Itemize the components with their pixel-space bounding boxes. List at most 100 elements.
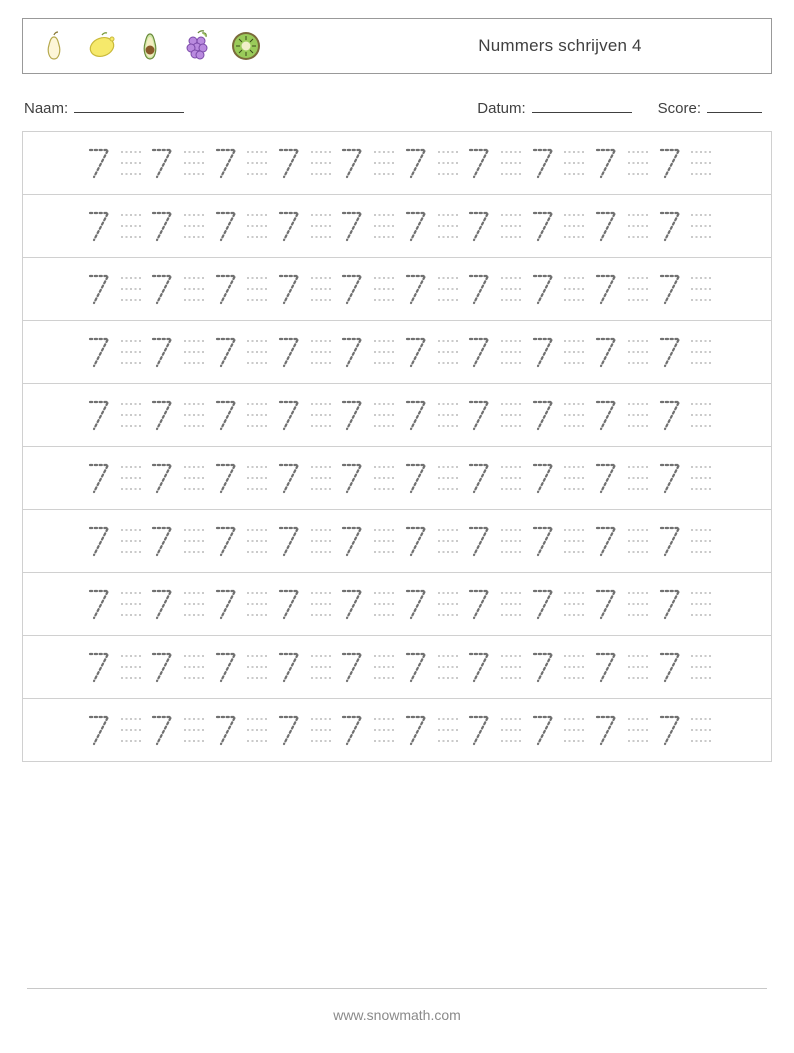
trace-digit-7[interactable] [146, 268, 178, 310]
trace-digit-7[interactable] [146, 646, 178, 688]
writing-guide[interactable] [368, 331, 400, 373]
writing-guide[interactable] [622, 457, 654, 499]
writing-guide[interactable] [685, 205, 717, 247]
writing-guide[interactable] [368, 394, 400, 436]
trace-digit-7[interactable] [146, 394, 178, 436]
trace-digit-7[interactable] [273, 331, 305, 373]
writing-guide[interactable] [368, 709, 400, 751]
trace-digit-7[interactable] [654, 142, 686, 184]
writing-guide[interactable] [495, 646, 527, 688]
trace-digit-7[interactable] [337, 205, 369, 247]
writing-guide[interactable] [368, 646, 400, 688]
trace-digit-7[interactable] [654, 331, 686, 373]
trace-digit-7[interactable] [83, 520, 115, 562]
trace-digit-7[interactable] [273, 205, 305, 247]
trace-digit-7[interactable] [273, 457, 305, 499]
trace-digit-7[interactable] [273, 520, 305, 562]
writing-guide[interactable] [495, 331, 527, 373]
trace-digit-7[interactable] [400, 709, 432, 751]
writing-guide[interactable] [242, 709, 274, 751]
writing-guide[interactable] [305, 709, 337, 751]
trace-digit-7[interactable] [400, 646, 432, 688]
writing-guide[interactable] [495, 205, 527, 247]
writing-guide[interactable] [242, 646, 274, 688]
writing-guide[interactable] [432, 268, 464, 310]
trace-digit-7[interactable] [273, 268, 305, 310]
date-blank[interactable] [532, 96, 632, 113]
writing-guide[interactable] [305, 205, 337, 247]
writing-guide[interactable] [178, 646, 210, 688]
writing-guide[interactable] [178, 205, 210, 247]
trace-digit-7[interactable] [337, 394, 369, 436]
name-blank[interactable] [74, 96, 184, 113]
trace-digit-7[interactable] [83, 583, 115, 625]
writing-guide[interactable] [115, 457, 147, 499]
writing-guide[interactable] [305, 331, 337, 373]
writing-guide[interactable] [368, 142, 400, 184]
writing-guide[interactable] [432, 646, 464, 688]
trace-digit-7[interactable] [463, 268, 495, 310]
writing-guide[interactable] [685, 142, 717, 184]
writing-guide[interactable] [115, 331, 147, 373]
writing-guide[interactable] [622, 709, 654, 751]
trace-digit-7[interactable] [83, 394, 115, 436]
trace-digit-7[interactable] [400, 457, 432, 499]
writing-guide[interactable] [432, 142, 464, 184]
writing-guide[interactable] [178, 520, 210, 562]
trace-digit-7[interactable] [337, 457, 369, 499]
writing-guide[interactable] [115, 520, 147, 562]
writing-guide[interactable] [432, 205, 464, 247]
trace-digit-7[interactable] [590, 205, 622, 247]
trace-digit-7[interactable] [590, 583, 622, 625]
writing-guide[interactable] [622, 646, 654, 688]
writing-guide[interactable] [432, 394, 464, 436]
trace-digit-7[interactable] [463, 520, 495, 562]
trace-digit-7[interactable] [146, 457, 178, 499]
trace-digit-7[interactable] [273, 142, 305, 184]
writing-guide[interactable] [685, 268, 717, 310]
score-blank[interactable] [707, 96, 762, 113]
trace-digit-7[interactable] [210, 142, 242, 184]
trace-digit-7[interactable] [210, 268, 242, 310]
writing-guide[interactable] [305, 394, 337, 436]
writing-guide[interactable] [495, 709, 527, 751]
writing-guide[interactable] [559, 709, 591, 751]
trace-digit-7[interactable] [146, 331, 178, 373]
trace-digit-7[interactable] [83, 142, 115, 184]
writing-guide[interactable] [495, 457, 527, 499]
writing-guide[interactable] [178, 331, 210, 373]
writing-guide[interactable] [685, 646, 717, 688]
writing-guide[interactable] [559, 520, 591, 562]
trace-digit-7[interactable] [273, 394, 305, 436]
trace-digit-7[interactable] [400, 331, 432, 373]
writing-guide[interactable] [178, 142, 210, 184]
writing-guide[interactable] [685, 709, 717, 751]
writing-guide[interactable] [305, 268, 337, 310]
trace-digit-7[interactable] [400, 268, 432, 310]
trace-digit-7[interactable] [527, 268, 559, 310]
writing-guide[interactable] [305, 583, 337, 625]
writing-guide[interactable] [432, 520, 464, 562]
writing-guide[interactable] [178, 709, 210, 751]
writing-guide[interactable] [115, 142, 147, 184]
trace-digit-7[interactable] [463, 142, 495, 184]
writing-guide[interactable] [242, 331, 274, 373]
writing-guide[interactable] [115, 394, 147, 436]
trace-digit-7[interactable] [146, 142, 178, 184]
writing-guide[interactable] [115, 205, 147, 247]
writing-guide[interactable] [115, 646, 147, 688]
trace-digit-7[interactable] [83, 646, 115, 688]
trace-digit-7[interactable] [146, 520, 178, 562]
writing-guide[interactable] [242, 520, 274, 562]
trace-digit-7[interactable] [527, 331, 559, 373]
trace-digit-7[interactable] [590, 709, 622, 751]
writing-guide[interactable] [685, 583, 717, 625]
trace-digit-7[interactable] [654, 268, 686, 310]
writing-guide[interactable] [115, 709, 147, 751]
writing-guide[interactable] [622, 142, 654, 184]
writing-guide[interactable] [559, 394, 591, 436]
trace-digit-7[interactable] [590, 520, 622, 562]
trace-digit-7[interactable] [337, 583, 369, 625]
trace-digit-7[interactable] [337, 646, 369, 688]
writing-guide[interactable] [305, 457, 337, 499]
